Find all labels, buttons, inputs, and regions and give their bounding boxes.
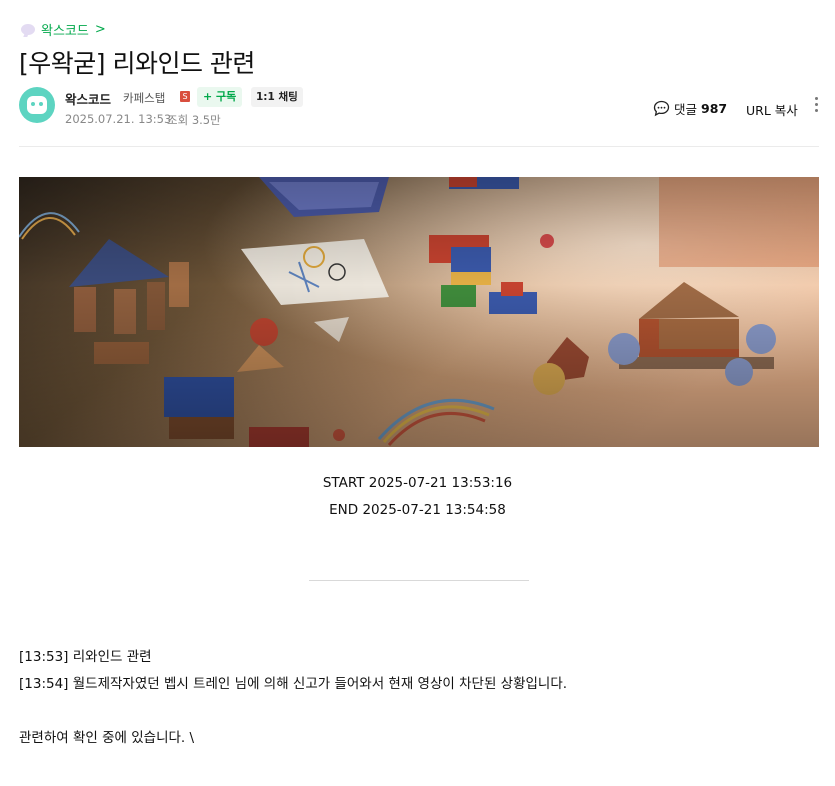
body-line: [13:53] 리와인드 관련 — [19, 649, 152, 665]
post-body: [13:53] 리와인드 관련 [13:54] 월드제작자였던 벱시 트레인 님… — [19, 644, 567, 752]
board-link[interactable]: 왁스코드 > — [21, 20, 106, 39]
subscribe-button[interactable]: + 구독 — [197, 87, 243, 107]
hero-image — [19, 177, 819, 447]
url-copy-button[interactable]: URL 복사 — [746, 100, 798, 119]
view-count: 조회 3.5만 — [167, 113, 221, 127]
speech-bubble-icon — [21, 24, 35, 35]
comment-label: 댓글 — [674, 102, 698, 117]
comment-button[interactable]: 댓글 987 — [653, 99, 727, 118]
body-line: 관련하여 확인 중에 있습니다. \ — [19, 730, 195, 746]
chevron-right-icon: > — [94, 22, 106, 37]
author-nickname[interactable]: 왁스코드 — [65, 89, 111, 108]
content-divider — [309, 580, 529, 581]
post-title: [우왁굳] 리와인드 관련 — [19, 49, 255, 78]
avatar-face-icon — [27, 96, 47, 114]
chat-button[interactable]: 1:1 채팅 — [251, 87, 303, 107]
stream-end: END 2025-07-21 13:54:58 — [329, 502, 506, 518]
stream-start: START 2025-07-21 13:53:16 — [322, 475, 513, 491]
more-options-icon[interactable] — [812, 97, 820, 115]
comment-icon — [653, 100, 670, 117]
board-name: 왁스코드 — [41, 24, 89, 39]
body-line: [13:54] 월드제작자였던 벱시 트레인 님에 의해 신고가 들어와서 현재… — [19, 676, 568, 692]
avatar[interactable] — [19, 87, 55, 123]
staff-badge-icon: S — [180, 91, 190, 102]
header-divider — [19, 146, 819, 147]
member-grade: 카페스탭 — [123, 91, 166, 105]
body-line — [19, 698, 567, 725]
stream-times: START 2025-07-21 13:53:16 END 2025-07-21… — [0, 470, 835, 524]
post-date: 2025.07.21. 13:53 — [65, 112, 172, 126]
comment-count: 987 — [701, 101, 728, 116]
author-row: 왁스코드 카페스탭 S + 구독 1:1 채팅 2025.07.21. 13:5… — [19, 87, 819, 127]
